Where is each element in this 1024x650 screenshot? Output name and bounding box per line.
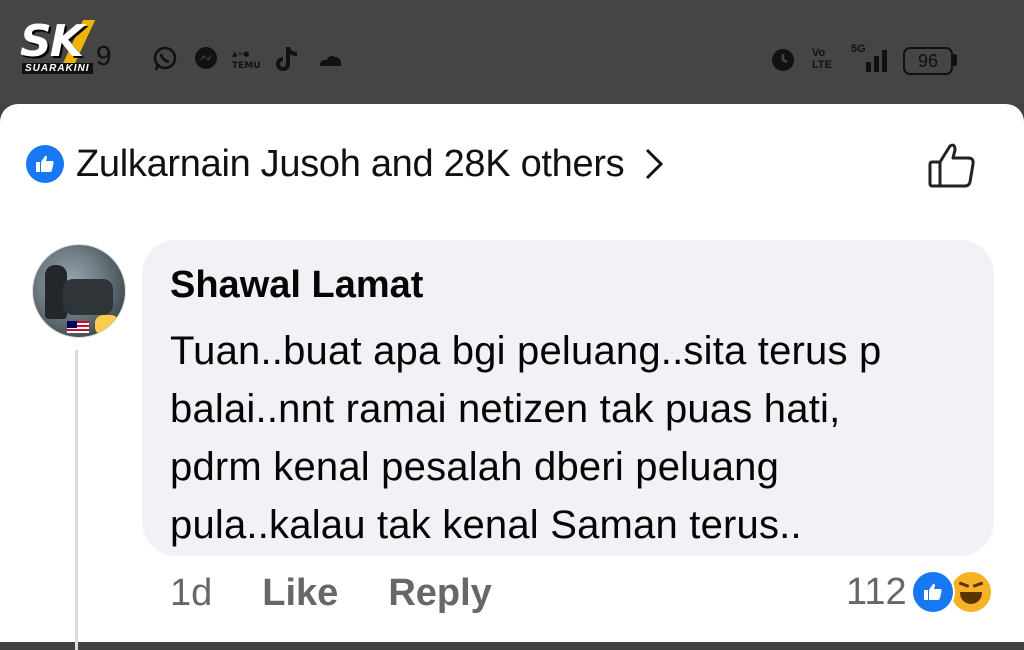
thumbs-up-outline-icon[interactable] bbox=[924, 138, 978, 192]
comment-text: Tuan..buat apa bgi peluang..sita terus p… bbox=[170, 329, 882, 547]
messenger-icon bbox=[195, 47, 217, 69]
reactions-summary[interactable]: Zulkarnain Jusoh and 28K others bbox=[26, 142, 666, 185]
temu-icon: ▲∞● TEMU bbox=[232, 50, 261, 71]
like-reaction-icon bbox=[26, 145, 64, 183]
avatar-bike bbox=[63, 279, 113, 315]
battery-tip bbox=[953, 54, 957, 66]
logo-text: SK bbox=[20, 16, 84, 67]
reply-button[interactable]: Reply bbox=[388, 572, 491, 615]
reaction-count: 112 bbox=[846, 570, 907, 613]
svg-text:▲∞●: ▲∞● bbox=[232, 50, 249, 58]
status-bar: SK SUARAKINI 9 ▲∞● TEMU Vo LTE 5G 96 bbox=[0, 0, 1024, 104]
comment-author[interactable]: Shawal Lamat bbox=[170, 264, 423, 307]
tiktok-icon bbox=[276, 47, 298, 71]
like-button[interactable]: Like bbox=[262, 572, 338, 615]
comment-time: 1d bbox=[170, 572, 213, 614]
comment-reactions[interactable]: 112 bbox=[846, 570, 993, 614]
comment-actions: 1d Like Reply bbox=[170, 572, 492, 615]
chevron-right-icon bbox=[646, 148, 664, 180]
reactions-summary-text: Zulkarnain Jusoh and 28K others bbox=[76, 142, 625, 185]
logo-subtext: SUARAKINI bbox=[22, 63, 93, 74]
signal-icon bbox=[866, 50, 887, 72]
haha-reaction-icon bbox=[948, 570, 993, 614]
volte-indicator: Vo LTE bbox=[812, 47, 832, 71]
thread-line bbox=[75, 350, 78, 650]
avatar[interactable] bbox=[32, 244, 126, 338]
comments-sheet: Zulkarnain Jusoh and 28K others Shawal L… bbox=[0, 104, 1024, 650]
status-time: 9 bbox=[96, 40, 112, 71]
malaysia-flag-icon bbox=[67, 321, 89, 333]
whatsapp-icon bbox=[153, 46, 177, 71]
like-reaction-icon bbox=[910, 570, 955, 614]
comment-bubble[interactable]: Shawal Lamat Tuan..buat apa bgi peluang.… bbox=[142, 240, 994, 556]
cloud-icon bbox=[320, 56, 341, 66]
temu-label: TEMU bbox=[232, 61, 261, 71]
praying-hands-icon bbox=[95, 315, 119, 335]
battery-indicator: 96 bbox=[903, 47, 953, 75]
alarm-icon bbox=[772, 49, 794, 71]
